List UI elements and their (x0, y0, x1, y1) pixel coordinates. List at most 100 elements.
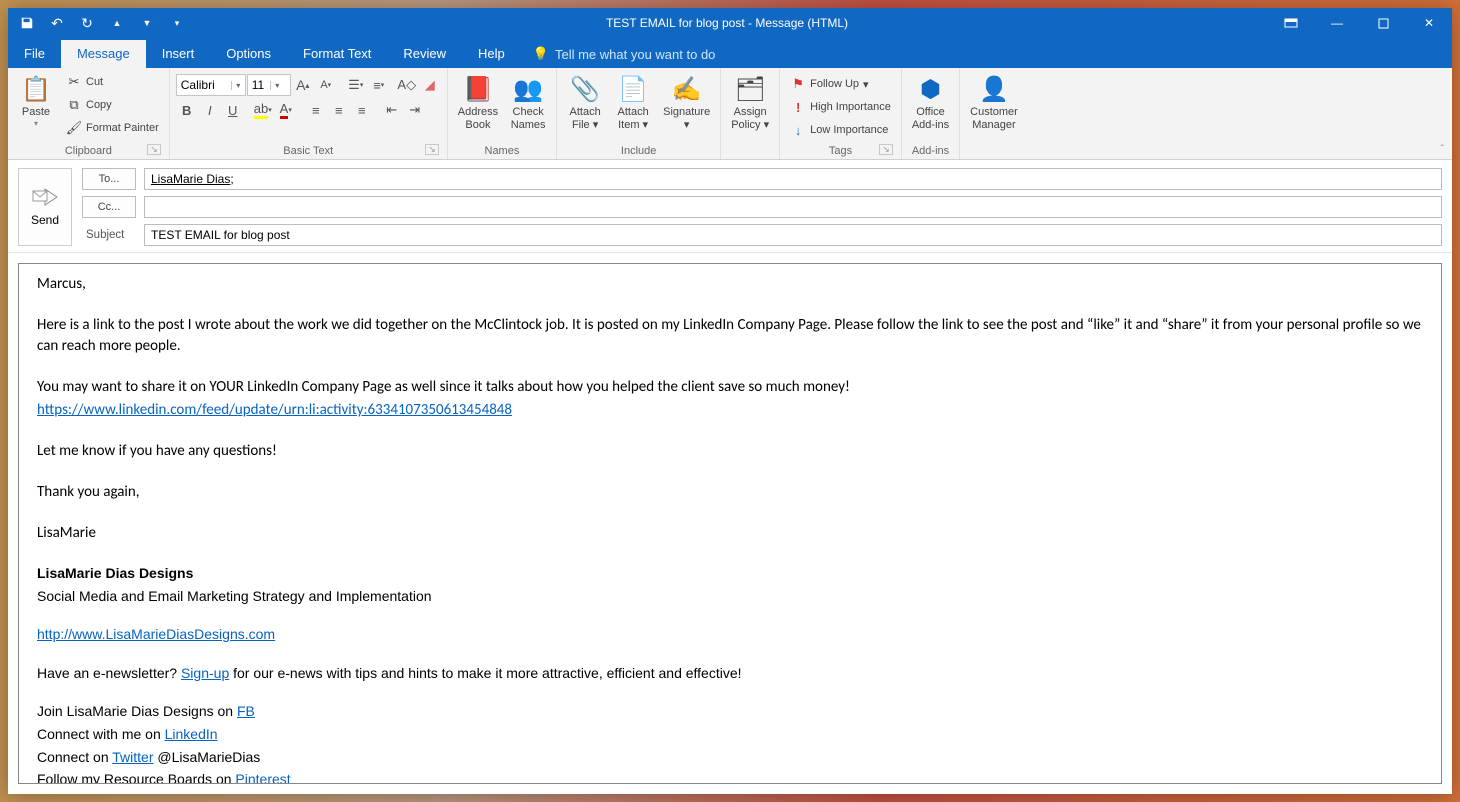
signature-icon: ✍ (671, 74, 703, 106)
group-addins: ⬢OfficeAdd-ins Add-ins (902, 68, 960, 159)
scissors-icon: ✂ (66, 74, 82, 90)
ribbon-display-icon[interactable] (1268, 8, 1314, 38)
increase-indent-icon[interactable]: ⇥ (404, 99, 426, 121)
underline-icon[interactable]: U (222, 99, 244, 121)
assign-policy-button[interactable]: 🗂AssignPolicy ▾ (727, 71, 773, 132)
numbering-icon[interactable]: ≡▾ (368, 74, 390, 96)
eraser-icon[interactable]: ◢ (419, 74, 441, 96)
dialog-launcher-icon[interactable]: ↘ (879, 144, 893, 155)
save-icon[interactable] (18, 14, 36, 32)
follow-up-button[interactable]: ⚑Follow Up ▾ (786, 73, 895, 95)
to-button[interactable]: To... (82, 168, 136, 190)
grow-font-icon[interactable]: A▴ (292, 74, 314, 96)
signature-button[interactable]: ✍Signature▾ (659, 71, 714, 132)
to-field[interactable]: LisaMarie Dias; (144, 168, 1442, 190)
body-link[interactable]: https://www.linkedin.com/feed/update/urn… (37, 401, 512, 419)
body-signoff: LisaMarie (37, 523, 1423, 544)
redo-icon[interactable]: ↻ (78, 14, 96, 32)
sig-tagline: Social Media and Email Marketing Strateg… (37, 587, 1423, 607)
undo-icon[interactable]: ↶ (48, 14, 66, 32)
highlight-icon[interactable]: ab▾ (252, 99, 274, 121)
close-icon[interactable]: ✕ (1406, 8, 1452, 38)
tab-message[interactable]: Message (61, 40, 146, 68)
outlook-message-window: ↶ ↻ ▲ ▼ ▾ TEST EMAIL for blog post - Mes… (8, 8, 1452, 794)
cc-field[interactable] (144, 196, 1442, 218)
quick-access-toolbar: ↶ ↻ ▲ ▼ ▾ (8, 14, 186, 32)
cc-button[interactable]: Cc... (82, 196, 136, 218)
cut-button[interactable]: ✂Cut (62, 71, 163, 93)
body-paragraph: You may want to share it on YOUR LinkedI… (37, 377, 1423, 398)
qat-up-icon[interactable]: ▲ (108, 14, 126, 32)
decrease-indent-icon[interactable]: ⇤ (381, 99, 403, 121)
maximize-icon[interactable] (1360, 8, 1406, 38)
attach-item-button[interactable]: 📄AttachItem ▾ (611, 71, 655, 132)
shrink-font-icon[interactable]: A▾ (315, 74, 337, 96)
group-assign: 🗂AssignPolicy ▾ (721, 68, 780, 159)
address-book-button[interactable]: 📕AddressBook (454, 71, 502, 132)
message-body[interactable]: Marcus, Here is a link to the post I wro… (18, 263, 1442, 784)
group-names: 📕AddressBook 👥CheckNames Names (448, 68, 557, 159)
tab-options[interactable]: Options (210, 40, 287, 68)
bullets-icon[interactable]: ☰▾ (345, 74, 367, 96)
tab-review[interactable]: Review (387, 40, 462, 68)
body-paragraph: Thank you again, (37, 482, 1423, 503)
collapse-ribbon-icon[interactable]: ˆ (1441, 144, 1444, 155)
sig-company: LisaMarie Dias Designs (37, 565, 193, 581)
group-include: 📎AttachFile ▾ 📄AttachItem ▾ ✍Signature▾ … (557, 68, 721, 159)
font-size-combo[interactable]: ▾ (247, 74, 291, 96)
paste-button[interactable]: 📋 Paste ▾ (14, 71, 58, 129)
font-color-icon[interactable]: A▾ (275, 99, 297, 121)
clear-formatting-icon[interactable]: A◇ (396, 74, 418, 96)
align-right-icon[interactable]: ≡ (351, 99, 373, 121)
italic-icon[interactable]: I (199, 99, 221, 121)
exclamation-icon: ! (790, 99, 806, 115)
tab-format-text[interactable]: Format Text (287, 40, 387, 68)
window-buttons: — ✕ (1268, 8, 1452, 38)
font-name-combo[interactable]: ▾ (176, 74, 246, 96)
lightbulb-icon: 💡 (533, 46, 549, 62)
book-icon: 📕 (462, 74, 494, 106)
align-left-icon[interactable]: ≡ (305, 99, 327, 121)
minimize-icon[interactable]: — (1314, 8, 1360, 38)
format-painter-button[interactable]: 🖌Format Painter (62, 117, 163, 139)
sig-pinterest-link[interactable]: Pinterest (235, 771, 290, 784)
attach-item-icon: 📄 (617, 74, 649, 106)
sig-linkedin-link[interactable]: LinkedIn (165, 726, 218, 742)
subject-field[interactable] (144, 224, 1442, 246)
ribbon: 📋 Paste ▾ ✂Cut ⧉Copy 🖌Format Painter Cli… (8, 68, 1452, 160)
tab-insert[interactable]: Insert (146, 40, 211, 68)
customer-manager-button[interactable]: 👤CustomerManager (966, 71, 1022, 132)
subject-label: Subject (82, 229, 136, 241)
paperclip-icon: 📎 (569, 74, 601, 106)
qat-customize-icon[interactable]: ▾ (168, 14, 186, 32)
group-clipboard: 📋 Paste ▾ ✂Cut ⧉Copy 🖌Format Painter Cli… (8, 68, 170, 159)
group-tags: ⚑Follow Up ▾ !High Importance ↓Low Impor… (780, 68, 902, 159)
addins-icon: ⬢ (914, 74, 946, 106)
down-arrow-icon: ↓ (790, 122, 806, 138)
high-importance-button[interactable]: !High Importance (786, 96, 895, 118)
send-button[interactable]: Send (18, 168, 72, 246)
tab-help[interactable]: Help (462, 40, 521, 68)
align-center-icon[interactable]: ≡ (328, 99, 350, 121)
body-paragraph: Here is a link to the post I wrote about… (37, 315, 1423, 357)
policy-icon: 🗂 (734, 74, 766, 106)
paintbrush-icon: 🖌 (66, 120, 82, 136)
body-container: Marcus, Here is a link to the post I wro… (8, 253, 1452, 794)
check-names-button[interactable]: 👥CheckNames (506, 71, 550, 132)
sig-signup-link[interactable]: Sign-up (181, 665, 229, 681)
sig-twitter-link[interactable]: Twitter (112, 749, 153, 765)
low-importance-button[interactable]: ↓Low Importance (786, 119, 895, 141)
office-addins-button[interactable]: ⬢OfficeAdd-ins (908, 71, 953, 132)
dialog-launcher-icon[interactable]: ↘ (147, 144, 161, 155)
sig-fb-link[interactable]: FB (237, 703, 255, 719)
attach-file-button[interactable]: 📎AttachFile ▾ (563, 71, 607, 132)
tab-file[interactable]: File (8, 40, 61, 68)
bold-icon[interactable]: B (176, 99, 198, 121)
qat-down-icon[interactable]: ▼ (138, 14, 156, 32)
copy-button[interactable]: ⧉Copy (62, 94, 163, 116)
title-bar: ↶ ↻ ▲ ▼ ▾ TEST EMAIL for blog post - Mes… (8, 8, 1452, 38)
tell-me-search[interactable]: 💡 Tell me what you want to do (521, 40, 728, 68)
group-basic-text: ▾ ▾ A▴ A▾ ☰▾ ≡▾ A◇ ◢ B I U ab▾ (170, 68, 448, 159)
sig-website-link[interactable]: http://www.LisaMarieDiasDesigns.com (37, 626, 275, 642)
dialog-launcher-icon[interactable]: ↘ (425, 144, 439, 155)
